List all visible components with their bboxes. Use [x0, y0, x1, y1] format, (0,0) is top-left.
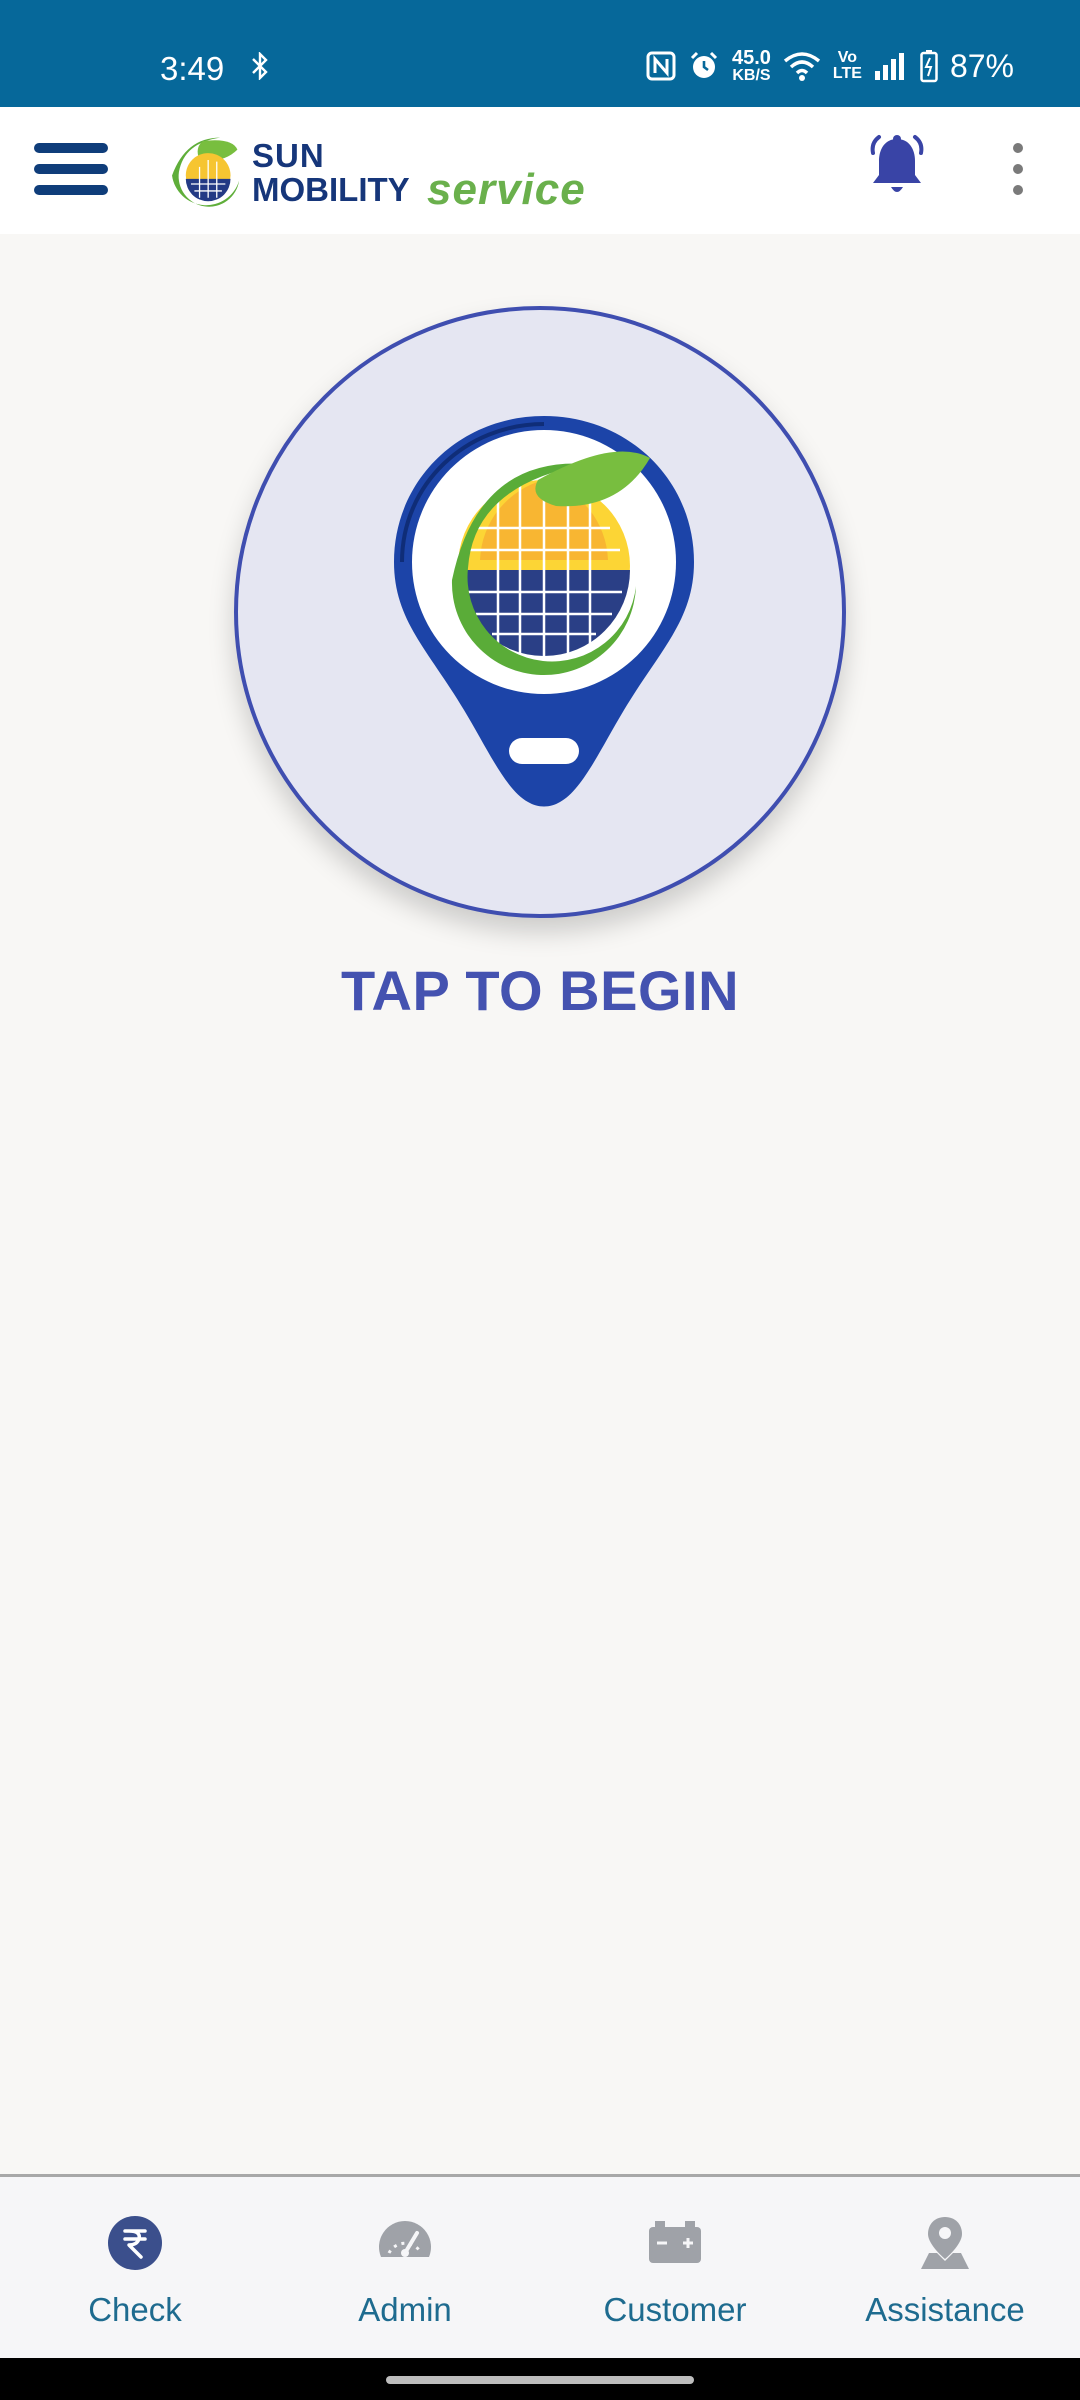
- speed-value: 45.0: [731, 47, 771, 69]
- location-pin-icon: [921, 2217, 969, 2269]
- nav-item-admin[interactable]: Admin: [270, 2177, 540, 2358]
- logo-service-text: service: [427, 165, 586, 214]
- signal-icon: [874, 51, 908, 81]
- tap-to-begin-button[interactable]: [234, 306, 846, 918]
- logo-mobility-text: MOBILITY: [252, 171, 410, 208]
- volte-top: Vo: [837, 49, 858, 66]
- volte-bottom: LTE: [832, 65, 862, 82]
- nav-label-customer: Customer: [603, 2291, 747, 2328]
- nav-item-customer[interactable]: Customer: [540, 2177, 810, 2358]
- more-options-icon[interactable]: [1000, 137, 1036, 201]
- nav-label-check: Check: [88, 2291, 182, 2328]
- battery-icon: [649, 2221, 701, 2263]
- bluetooth-icon: [250, 51, 270, 87]
- app-bar: SUN MOBILITY service: [0, 107, 1080, 234]
- nav-label-assistance: Assistance: [865, 2291, 1025, 2328]
- notification-bell-icon[interactable]: [865, 133, 929, 203]
- nav-label-admin: Admin: [358, 2291, 452, 2328]
- status-icons: 45.0 KB/S Vo LTE 87%: [646, 46, 1014, 86]
- sun-mobility-logo: SUN MOBILITY service: [160, 125, 600, 221]
- battery-status-icon: [920, 49, 938, 83]
- logo-sun-text: SUN: [252, 137, 325, 174]
- sun-mobility-pin-icon: [394, 416, 694, 807]
- tap-to-begin-label[interactable]: TAP TO BEGIN: [0, 958, 1080, 1023]
- gesture-bar: [0, 2358, 1080, 2400]
- nfc-icon: [646, 51, 676, 81]
- gesture-handle[interactable]: [386, 2376, 694, 2384]
- bottom-navigation: Check Admin Customer Assistance: [0, 2174, 1080, 2358]
- nav-item-check[interactable]: Check: [0, 2177, 270, 2358]
- nav-item-assistance[interactable]: Assistance: [810, 2177, 1080, 2358]
- hamburger-menu-icon[interactable]: [34, 137, 108, 201]
- network-speed: 45.0 KB/S: [732, 48, 771, 84]
- status-time: 3:49: [160, 50, 225, 87]
- battery-percent: 87%: [949, 47, 1014, 84]
- wifi-icon: [783, 51, 821, 81]
- rupee-coin-icon: [108, 2216, 162, 2270]
- speed-unit: KB/S: [732, 67, 771, 84]
- volte-indicator: Vo LTE: [833, 50, 862, 82]
- alarm-icon: [688, 50, 720, 82]
- logo-mark-icon: [166, 135, 243, 212]
- speedometer-icon: [379, 2221, 431, 2257]
- status-bar: 3:49 45.0 KB/S Vo LTE 87%: [0, 0, 1080, 107]
